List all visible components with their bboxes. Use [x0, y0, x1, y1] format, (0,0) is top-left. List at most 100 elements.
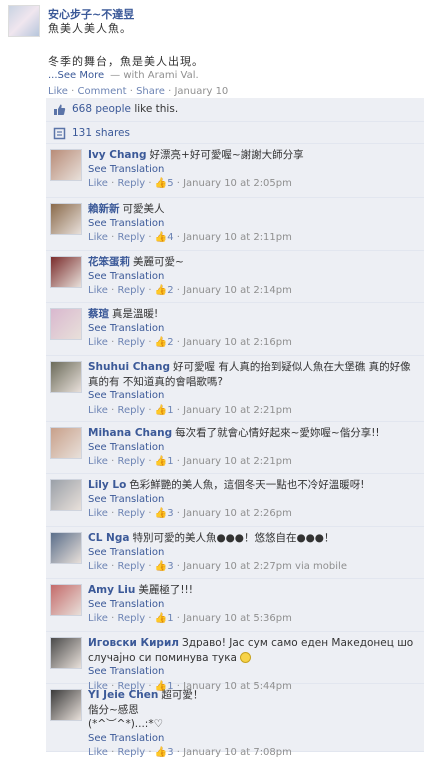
- commenter-avatar[interactable]: [50, 479, 82, 511]
- post-date[interactable]: January 10: [174, 86, 228, 97]
- commenter-name[interactable]: 花笨蛋莉: [88, 256, 130, 268]
- like-count-thumb-icon: 👍: [154, 747, 168, 758]
- commenter-avatar[interactable]: [50, 149, 82, 181]
- comment-body: Shuhui Chang 好可愛喔 有人真的抬到疑似人魚在大堡礁 真的好像 真的有 …: [88, 360, 418, 418]
- comment-timestamp[interactable]: January 10 at 2:27pm via mobile: [183, 561, 347, 572]
- sep: ·: [173, 337, 184, 348]
- commenter-avatar[interactable]: [50, 427, 82, 459]
- commenter-name[interactable]: Shuhui Chang: [88, 361, 170, 373]
- see-translation-link[interactable]: See Translation: [88, 389, 418, 404]
- with-tag[interactable]: — with Arami Val.: [110, 70, 199, 81]
- commenter-avatar[interactable]: [50, 532, 82, 564]
- comment-like-link[interactable]: Like: [88, 561, 108, 572]
- comment-timestamp[interactable]: January 10 at 5:36pm: [183, 613, 292, 624]
- comment-reply-link[interactable]: Reply: [117, 508, 145, 519]
- comment-like-link[interactable]: Like: [88, 405, 108, 416]
- comment-reply-link[interactable]: Reply: [117, 178, 145, 189]
- see-translation-link[interactable]: See Translation: [88, 732, 418, 747]
- comment-timestamp[interactable]: January 10 at 2:21pm: [183, 405, 292, 416]
- commenter-avatar[interactable]: [50, 256, 82, 288]
- post-author-avatar[interactable]: [8, 5, 40, 37]
- see-translation-link[interactable]: See Translation: [88, 217, 418, 232]
- comment-reply-link[interactable]: Reply: [117, 561, 145, 572]
- comment-like-link[interactable]: Like: [88, 178, 108, 189]
- comment-meta: Like · Reply · 👍1 · January 10 at 5:36pm: [88, 612, 418, 627]
- commenter-name[interactable]: Lily Lo: [88, 479, 126, 491]
- comment-like-link[interactable]: Like: [88, 337, 108, 348]
- likes-count-link[interactable]: 668 people: [72, 103, 131, 115]
- comment-timestamp[interactable]: January 10 at 2:14pm: [183, 285, 292, 296]
- comment-row: Ivy Chang 好漂亮+好可愛喔~謝謝大師分享 See Translation L…: [46, 144, 424, 198]
- commenter-avatar[interactable]: [50, 308, 82, 340]
- comment-like-link[interactable]: Like: [88, 285, 108, 296]
- see-translation-link[interactable]: See Translation: [88, 163, 418, 178]
- commenter-avatar[interactable]: [50, 689, 82, 721]
- sep: ·: [168, 86, 172, 97]
- comment-like-link[interactable]: Like: [88, 456, 108, 467]
- comment-body: Mihana Chang 每次看了就會心情好起來~愛妳喔~偕分享!! See Tra…: [88, 426, 418, 470]
- comment-reply-link[interactable]: Reply: [117, 337, 145, 348]
- comment-timestamp[interactable]: January 10 at 2:21pm: [183, 456, 292, 467]
- see-translation-link[interactable]: See Translation: [88, 441, 418, 456]
- comment-meta: Like · Reply · 👍4 · January 10 at 2:11pm: [88, 231, 418, 246]
- like-count-thumb-icon: 👍: [154, 404, 168, 416]
- comment-timestamp[interactable]: January 10 at 2:26pm: [183, 508, 292, 519]
- comment-like-link[interactable]: Like: [88, 508, 108, 519]
- sep: ·: [145, 747, 155, 758]
- see-translation-link[interactable]: See Translation: [88, 493, 418, 508]
- thumbs-up-icon: [54, 104, 66, 115]
- comment-row: 蔡瑄 真是溫暖! See Translation Like · Reply · 👍2 …: [46, 303, 424, 356]
- comment-timestamp[interactable]: January 10 at 2:16pm: [183, 337, 292, 348]
- shares-link[interactable]: 131 shares: [72, 127, 130, 139]
- commenter-avatar[interactable]: [50, 361, 82, 393]
- share-link[interactable]: Share: [136, 86, 165, 97]
- likes-suffix: like this.: [130, 103, 179, 115]
- sep: ·: [173, 747, 184, 758]
- commenter-avatar[interactable]: [50, 637, 82, 669]
- comment-timestamp[interactable]: January 10 at 2:05pm: [183, 178, 292, 189]
- like-count-thumb-icon: 👍: [154, 456, 168, 467]
- comment-like-link[interactable]: Like: [88, 613, 108, 624]
- comment-reply-link[interactable]: Reply: [117, 613, 145, 624]
- see-translation-link[interactable]: See Translation: [88, 546, 418, 561]
- see-translation-link[interactable]: See Translation: [88, 322, 418, 337]
- smiley-emoji-icon: [240, 652, 252, 663]
- comment-like-link[interactable]: Like: [88, 747, 108, 758]
- comment-like-link[interactable]: Like: [88, 232, 108, 243]
- comment-first-line: YI Jeie Chen 超可愛！: [88, 688, 418, 703]
- commenter-name[interactable]: 賴新新: [88, 203, 120, 215]
- comment-body: 賴新新 可愛美人 See Translation Like · Reply · 👍4 …: [88, 202, 418, 246]
- commenter-name[interactable]: Ivy Chang: [88, 149, 147, 161]
- comment-body: 蔡瑄 真是溫暖! See Translation Like · Reply · 👍2 …: [88, 307, 418, 351]
- commenter-name[interactable]: Amy Liu: [88, 584, 135, 596]
- comment-link[interactable]: Comment: [78, 86, 127, 97]
- see-translation-link[interactable]: See Translation: [88, 270, 418, 285]
- comment-reply-link[interactable]: Reply: [117, 405, 145, 416]
- see-translation-link[interactable]: See Translation: [88, 665, 418, 680]
- see-more-link[interactable]: ...See More: [48, 70, 104, 81]
- comment-timestamp[interactable]: January 10 at 7:08pm: [183, 747, 292, 758]
- commenter-name[interactable]: CL Nga: [88, 532, 129, 544]
- comment-row: 賴新新 可愛美人 See Translation Like · Reply · 👍4 …: [46, 198, 424, 251]
- commenter-name[interactable]: Mihana Chang: [88, 427, 172, 439]
- like-count-thumb-icon: 👍: [154, 337, 168, 348]
- comment-text: 每次看了就會心情好起來~愛妳喔~偕分享!!: [175, 427, 380, 439]
- comment-reply-link[interactable]: Reply: [117, 456, 145, 467]
- commenter-name[interactable]: Иговски Кирил: [88, 637, 179, 649]
- comment-reply-link[interactable]: Reply: [117, 232, 145, 243]
- sep: ·: [145, 285, 155, 296]
- see-translation-link[interactable]: See Translation: [88, 598, 418, 613]
- comment-meta: Like · Reply · 👍5 · January 10 at 2:05pm: [88, 177, 418, 192]
- like-link[interactable]: Like: [48, 86, 68, 97]
- comment-text-line: 真的有 不知道真的會唱歌嗎?: [88, 375, 223, 388]
- commenter-avatar[interactable]: [50, 584, 82, 616]
- commenter-name[interactable]: YI Jeie Chen: [88, 689, 158, 701]
- commenter-avatar[interactable]: [50, 203, 82, 235]
- comment-timestamp[interactable]: January 10 at 2:11pm: [183, 232, 292, 243]
- comment-reply-link[interactable]: Reply: [117, 747, 145, 758]
- commenter-name[interactable]: 蔡瑄: [88, 308, 109, 320]
- comment-body: Amy Liu 美麗極了!!! See Translation Like · Repl…: [88, 583, 418, 627]
- comment-text: 好漂亮+好可愛喔~謝謝大師分享: [149, 149, 304, 161]
- comment-reply-link[interactable]: Reply: [117, 285, 145, 296]
- comment-text-line: (*^︶^*)...:*♡: [88, 718, 164, 730]
